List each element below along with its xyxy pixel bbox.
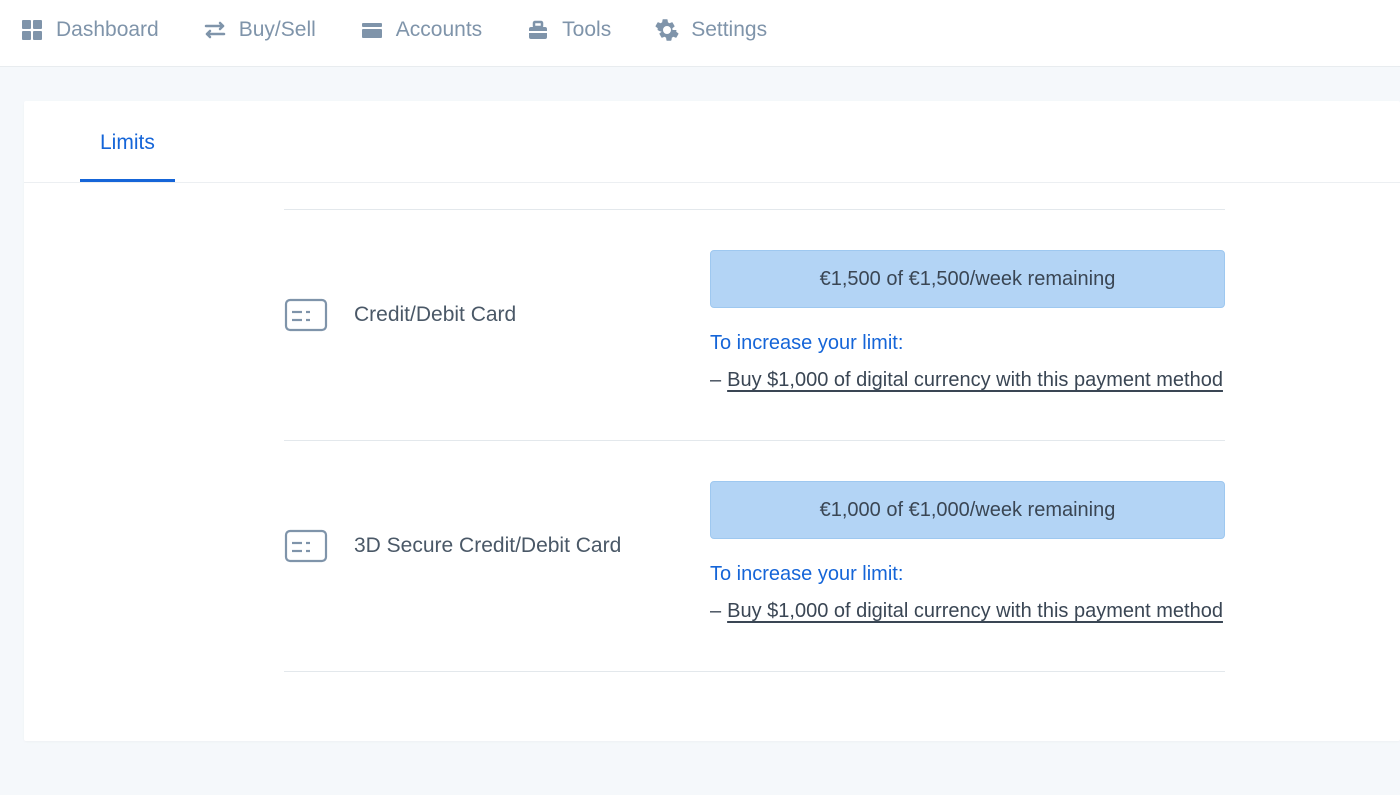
- nav-label: Settings: [691, 18, 767, 42]
- nav-buy-sell[interactable]: Buy/Sell: [203, 18, 316, 42]
- increase-limit-label: To increase your limit:: [710, 563, 1225, 586]
- increase-limit-action: –Buy $1,000 of digital currency with thi…: [710, 600, 1225, 623]
- tools-icon: [526, 18, 550, 42]
- limit-title: 3D Secure Credit/Debit Card: [354, 534, 621, 558]
- dashboard-icon: [20, 18, 44, 42]
- top-nav: Dashboard Buy/Sell Accounts Tools Settin…: [0, 0, 1400, 67]
- increase-limit-action: –Buy $1,000 of digital currency with thi…: [710, 369, 1225, 392]
- increase-limit-label: To increase your limit:: [710, 332, 1225, 355]
- bullet: –: [710, 369, 721, 391]
- increase-limit-link[interactable]: Buy $1,000 of digital currency with this…: [727, 600, 1223, 622]
- nav-tools[interactable]: Tools: [526, 18, 611, 42]
- credit-card-icon: [284, 529, 328, 563]
- nav-dashboard[interactable]: Dashboard: [20, 18, 159, 42]
- content-area: Limits Credit/Debit Card €1,500 of €1,50…: [0, 67, 1400, 741]
- limit-row-right: €1,000 of €1,000/week remaining To incre…: [710, 481, 1225, 623]
- limit-progress-text: €1,000 of €1,000/week remaining: [820, 499, 1116, 522]
- limits-card: Limits Credit/Debit Card €1,500 of €1,50…: [24, 101, 1400, 741]
- gear-icon: [655, 18, 679, 42]
- limit-row-left: 3D Secure Credit/Debit Card: [284, 481, 710, 563]
- nav-label: Tools: [562, 18, 611, 42]
- limit-row-right: €1,500 of €1,500/week remaining To incre…: [710, 250, 1225, 392]
- limit-progress: €1,500 of €1,500/week remaining: [710, 250, 1225, 308]
- nav-settings[interactable]: Settings: [655, 18, 767, 42]
- limit-row: 3D Secure Credit/Debit Card €1,000 of €1…: [284, 441, 1225, 671]
- tabs-bar: Limits: [24, 101, 1400, 183]
- nav-label: Dashboard: [56, 18, 159, 42]
- increase-limit-link[interactable]: Buy $1,000 of digital currency with this…: [727, 369, 1223, 391]
- limit-row: Credit/Debit Card €1,500 of €1,500/week …: [284, 210, 1225, 440]
- tab-limits[interactable]: Limits: [80, 101, 175, 182]
- limits-body: Credit/Debit Card €1,500 of €1,500/week …: [24, 183, 1400, 672]
- nav-label: Buy/Sell: [239, 18, 316, 42]
- limit-progress-text: €1,500 of €1,500/week remaining: [820, 268, 1116, 291]
- buy-sell-icon: [203, 18, 227, 42]
- limit-title: Credit/Debit Card: [354, 303, 516, 327]
- limit-row-left: Credit/Debit Card: [284, 250, 710, 332]
- limit-progress: €1,000 of €1,000/week remaining: [710, 481, 1225, 539]
- nav-label: Accounts: [396, 18, 482, 42]
- accounts-icon: [360, 18, 384, 42]
- nav-accounts[interactable]: Accounts: [360, 18, 482, 42]
- bullet: –: [710, 600, 721, 622]
- credit-card-icon: [284, 298, 328, 332]
- divider: [284, 671, 1225, 672]
